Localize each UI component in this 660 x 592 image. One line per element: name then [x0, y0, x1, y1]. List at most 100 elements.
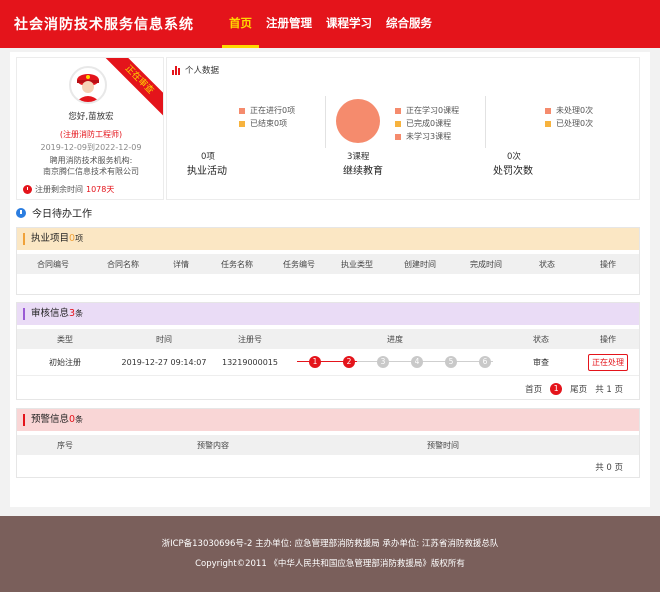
- row-type: 初始注册: [49, 357, 81, 367]
- pager-last[interactable]: 尾页: [570, 383, 587, 395]
- col-detail: 详情: [173, 259, 189, 269]
- main-nav: 首页 注册管理 课程学习 综合服务: [222, 0, 439, 48]
- col-operation: 操作: [600, 259, 616, 269]
- legend-handled: 已处理0次: [556, 119, 594, 128]
- legend-studying: 正在学习0课程: [406, 106, 460, 115]
- penalty-label[interactable]: 处罚次数: [493, 162, 533, 177]
- legend-dot: [395, 107, 401, 114]
- legend-dot: [239, 107, 245, 114]
- legend-ended: 已结束0项: [250, 119, 288, 128]
- practice-table-header: 合同编号 合同名称 详情 任务名称 任务编号 执业类型 创建时间 完成时间 状态…: [17, 254, 639, 274]
- processing-button[interactable]: 正在处理: [588, 353, 628, 371]
- legend-ongoing: 正在进行0项: [250, 106, 296, 115]
- row-operation: 正在处理: [577, 353, 639, 371]
- col-contract-name: 合同名称: [107, 259, 139, 269]
- review-section-header: 审核信息3条: [17, 303, 639, 325]
- nav-home[interactable]: 首页: [222, 0, 259, 48]
- nav-registration[interactable]: 注册管理: [259, 0, 319, 48]
- org-name: 南京腾仁信息技术有限公司: [43, 167, 139, 176]
- legend-dot: [239, 120, 245, 127]
- col-contract-no: 合同编号: [37, 259, 69, 269]
- practice-count: 0项: [201, 152, 215, 162]
- pager-page-1[interactable]: 1: [550, 383, 563, 395]
- nav-services[interactable]: 综合服务: [379, 0, 439, 48]
- row-time: 2019-12-27 09:14:07: [121, 357, 207, 367]
- section-title: 执业项目: [31, 233, 70, 244]
- col-warning-time: 预警时间: [427, 440, 459, 450]
- progress-step: 5: [445, 356, 457, 368]
- todo-header: 今日待办工作: [16, 205, 92, 220]
- engineer-title: (注册消防工程师): [59, 130, 123, 139]
- section-title: 审核信息: [31, 308, 70, 319]
- footer: 浙ICP备13030696号-2 主办单位: 应急管理部消防救援局 承办单位: …: [0, 516, 660, 592]
- registration-dates: 2019-12-09到2022-12-09: [40, 143, 142, 152]
- footer-icp: 浙ICP备13030696号-2 主办单位: 应急管理部消防救援局 承办单位: …: [161, 539, 499, 549]
- education-pie: [336, 99, 380, 143]
- col-practice-type: 执业类型: [341, 259, 373, 269]
- legend-dot: [395, 133, 401, 140]
- practice-section-header: 执业项目0项: [17, 228, 639, 250]
- col-status: 状态: [533, 334, 549, 344]
- pager-total: 共 0 页: [595, 463, 623, 473]
- col-reg-no: 注册号: [238, 334, 262, 344]
- progress-steps: 1 2 3 4 5 6: [297, 355, 493, 369]
- profile-card: 正在审查 您好,苗放宏 (注册消防工程师) 2019-12-09到2022-12…: [16, 57, 164, 200]
- top-bar: 社会消防技术服务信息系统 首页 注册管理 课程学习 综合服务: [0, 0, 660, 48]
- greeting: 您好,苗放宏: [68, 112, 114, 122]
- footer-copyright: Copyright©2011 《中华人民共和国应急管理部消防救援局》版权所有: [195, 559, 465, 569]
- progress-step: 2: [343, 356, 355, 368]
- legend-dot: [545, 120, 551, 127]
- pager-first[interactable]: 首页: [525, 383, 542, 395]
- legend-completed: 已完成0课程: [406, 119, 452, 128]
- legend-dot: [545, 107, 551, 114]
- col-task-name: 任务名称: [221, 259, 253, 269]
- nav-courses[interactable]: 课程学习: [319, 0, 379, 48]
- alarm-clock-icon: [16, 207, 26, 218]
- col-created-time: 创建时间: [404, 259, 436, 269]
- remaining-time-label: 注册剩余时间: [35, 185, 83, 194]
- row-progress: 1 2 3 4 5 6: [285, 355, 505, 369]
- legend-not-studied: 未学习3课程: [406, 132, 452, 141]
- section-unit: 条: [75, 415, 84, 424]
- stats-title: 个人数据: [185, 66, 220, 76]
- progress-step: 4: [411, 356, 423, 368]
- clock-icon: [23, 185, 32, 194]
- section-title: 预警信息: [31, 414, 70, 425]
- penalty-count: 0次: [507, 152, 521, 162]
- remaining-time-value: 1078天: [86, 185, 115, 194]
- section-unit: 项: [75, 234, 84, 243]
- legend-unhandled: 未处理0次: [556, 106, 594, 115]
- todo-title: 今日待办工作: [32, 209, 92, 220]
- progress-step: 6: [479, 356, 491, 368]
- row-reg-no: 13219000015: [222, 357, 278, 367]
- col-warning-content: 预警内容: [197, 440, 229, 450]
- warning-pager: 共 0 页: [595, 461, 623, 473]
- education-count: 3课程: [347, 152, 370, 162]
- site-logo: 社会消防技术服务信息系统: [14, 17, 194, 33]
- progress-step: 3: [377, 356, 389, 368]
- col-type: 类型: [57, 334, 73, 344]
- stats-header: 个人数据: [172, 64, 219, 76]
- education-legend: 正在学习0课程 已完成0课程 未学习3课程: [395, 104, 459, 143]
- main-content: 正在审查 您好,苗放宏 (注册消防工程师) 2019-12-09到2022-12…: [10, 52, 650, 507]
- avatar: [69, 66, 107, 104]
- pager-total: 共 1 页: [595, 385, 623, 395]
- col-task-no: 任务编号: [283, 259, 315, 269]
- bar-chart-icon: [172, 65, 180, 75]
- personal-stats-panel: 个人数据 正在进行0项 已结束0项 0项 执业活动 正在学习0课程 已完成0课程…: [166, 57, 640, 200]
- col-time: 时间: [156, 334, 172, 344]
- divider: [325, 96, 326, 148]
- practice-label[interactable]: 执业活动: [187, 162, 227, 177]
- remaining-time: 注册剩余时间 1078天: [23, 184, 114, 195]
- review-info-section: 审核信息3条 类型 时间 注册号 进度 状态 操作 初始注册 2019-12-2…: [16, 302, 640, 400]
- warning-info-section: 预警信息0条 序号 预警内容 预警时间 共 0 页: [16, 408, 640, 478]
- section-unit: 条: [75, 309, 84, 318]
- col-serial-no: 序号: [57, 440, 73, 450]
- review-table-header: 类型 时间 注册号 进度 状态 操作: [17, 329, 639, 349]
- org-label: 聘用消防技术服务机构:: [49, 156, 133, 165]
- review-pager: 首页 1 尾页 共 1 页: [525, 383, 623, 395]
- education-label[interactable]: 继续教育: [343, 162, 383, 177]
- col-progress: 进度: [387, 334, 403, 344]
- practice-legend: 正在进行0项 已结束0项: [239, 104, 295, 130]
- penalty-legend: 未处理0次 已处理0次: [545, 104, 593, 130]
